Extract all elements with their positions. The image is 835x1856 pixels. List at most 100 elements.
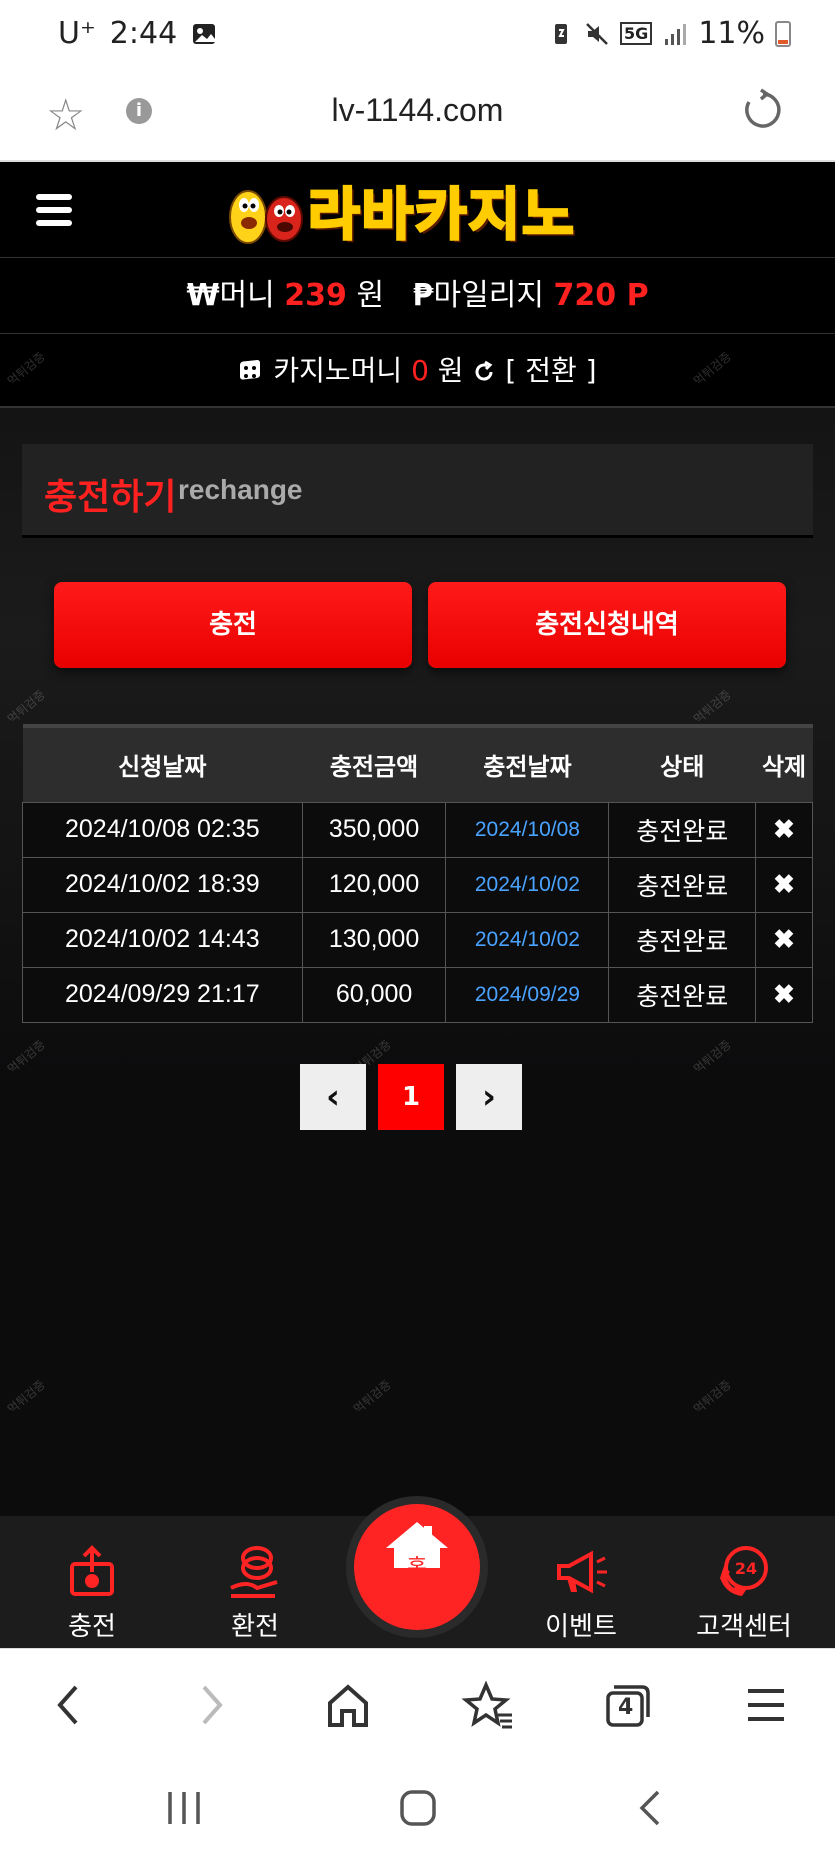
casino-money-value: 0: [411, 354, 429, 387]
url-text[interactable]: lv-1144.com: [0, 92, 835, 129]
dice-icon: [240, 359, 261, 380]
convert-button[interactable]: [ 전환 ]: [505, 354, 596, 387]
table-row: 2024/09/29 21:17 60,000 2024/09/29 충전완료 …: [22, 966, 813, 1023]
watermark: 먹튀검증: [4, 1037, 48, 1077]
charge-history-table: 신청날짜 충전금액 충전날짜 상태 삭제 2024/10/08 02:35 35…: [22, 724, 813, 1023]
prev-page-button[interactable]: ‹: [300, 1064, 366, 1130]
col-request-date: 신청날짜: [22, 724, 303, 802]
money-value: 239: [284, 278, 347, 313]
charge-date-cell: 2024/10/02: [445, 911, 610, 968]
status-left: U⁺ 2:44: [58, 16, 217, 51]
exchange-icon: [230, 1546, 278, 1598]
amount-cell: 350,000: [301, 801, 447, 858]
logo-text: 라바카지노: [307, 181, 576, 249]
carrier-label: U⁺: [58, 16, 96, 51]
mileage-symbol-icon: ₱: [412, 278, 434, 313]
col-delete: 삭제: [755, 724, 813, 802]
nav-charge-label: 충전: [68, 1612, 116, 1642]
support-badge: 24: [735, 1559, 757, 1578]
status-time: 2:44: [109, 16, 178, 51]
main-content: 먹튀검증 먹튀검증 먹튀검증 먹튀검증 먹튀검증 먹튀검증 먹튀검증 먹튀검증 …: [0, 349, 835, 1516]
col-amount: 충전금액: [302, 724, 446, 802]
mute-icon: [586, 22, 608, 45]
table-row: 2024/10/02 18:39 120,000 2024/10/02 충전완료…: [22, 856, 813, 913]
status-cell: 충전완료: [608, 801, 757, 858]
recents-icon[interactable]: [162, 1788, 206, 1828]
reload-icon[interactable]: [741, 88, 785, 132]
nav-event[interactable]: 이벤트: [511, 1544, 651, 1643]
table-header-row: 신청날짜 충전금액 충전날짜 상태 삭제: [22, 724, 813, 802]
home-page-icon[interactable]: [318, 1679, 378, 1731]
amount-cell: 120,000: [301, 856, 447, 913]
money-label: 머니: [219, 278, 275, 313]
col-status: 상태: [608, 724, 756, 802]
watermark: 먹튀검증: [690, 687, 734, 727]
status-right: 5G 11%: [548, 16, 791, 51]
status-cell: 충전완료: [608, 966, 757, 1023]
page-title-en: rechange: [178, 474, 303, 505]
nav-exchange[interactable]: 환전: [185, 1544, 325, 1643]
site-header: 라바카지노: [0, 162, 835, 258]
tab-count: 4: [618, 1695, 634, 1720]
page-1-button[interactable]: 1: [378, 1064, 444, 1130]
charge-date-cell: 2024/10/02: [445, 856, 610, 913]
charge-date-cell: 2024/10/08: [445, 801, 610, 858]
battery-percent: 11%: [698, 16, 765, 51]
watermark: 먹튀검증: [4, 687, 48, 727]
menu-icon[interactable]: [36, 194, 72, 226]
mileage-label: 마일리지: [433, 278, 544, 313]
home-button[interactable]: 홈: [354, 1504, 480, 1630]
site-logo[interactable]: 라바카지노: [226, 174, 576, 249]
charge-icon: [70, 1545, 114, 1596]
tabs-button[interactable]: 4: [596, 1679, 656, 1731]
home-label: 홈: [406, 1556, 428, 1581]
battery-icon: [775, 20, 791, 47]
signal-icon: [665, 23, 687, 45]
gallery-icon: [193, 23, 216, 44]
amount-cell: 130,000: [301, 911, 447, 968]
next-page-button[interactable]: ›: [456, 1064, 522, 1130]
amount-cell: 60,000: [301, 966, 447, 1023]
charge-date-cell: 2024/09/29: [445, 966, 610, 1023]
menu-lines-icon[interactable]: [736, 1679, 796, 1731]
money-unit: 원: [356, 278, 385, 313]
refresh-icon[interactable]: [472, 360, 496, 384]
larva-mascot-icon: [229, 190, 303, 244]
nav-support[interactable]: 24 고객센터: [674, 1544, 814, 1643]
col-charge-date: 충전날짜: [445, 724, 609, 802]
browser-address-bar: ☆ i lv-1144.com: [0, 72, 835, 162]
megaphone-icon: [557, 1550, 607, 1594]
delete-icon[interactable]: ✖: [755, 911, 813, 968]
request-date-cell: 2024/10/02 14:43: [22, 911, 303, 968]
request-date-cell: 2024/10/02 18:39: [22, 856, 303, 913]
bookmarks-icon[interactable]: [458, 1679, 518, 1731]
forward-icon[interactable]: [180, 1679, 240, 1731]
network-label: 5G: [620, 22, 653, 45]
watermark: 먹튀검증: [350, 1377, 394, 1417]
delete-icon[interactable]: ✖: [755, 856, 813, 913]
wallet-row: ₩머니 239 원 ₱마일리지 720 P: [0, 258, 835, 334]
nav-charge[interactable]: 충전: [22, 1544, 162, 1643]
status-bar: U⁺ 2:44 5G 11%: [0, 0, 835, 72]
page-title: 충전하기 rechange: [22, 444, 813, 538]
table-row: 2024/10/02 14:43 130,000 2024/10/02 충전완료…: [22, 911, 813, 968]
page-title-ko: 충전하기: [44, 477, 177, 518]
casino-money-label: 카지노머니: [273, 354, 403, 387]
request-date-cell: 2024/09/29 21:17: [22, 966, 303, 1023]
nav-event-label: 이벤트: [545, 1612, 617, 1642]
system-home-icon[interactable]: [396, 1786, 440, 1830]
nav-support-label: 고객센터: [696, 1612, 792, 1642]
watermark: 먹튀검증: [690, 1377, 734, 1417]
system-back-icon[interactable]: [630, 1786, 674, 1830]
delete-icon[interactable]: ✖: [755, 801, 813, 858]
back-icon[interactable]: [40, 1679, 100, 1731]
charge-history-button[interactable]: 충전신청내역: [428, 582, 786, 668]
watermark: 먹튀검증: [4, 1377, 48, 1417]
battery-saver-icon: [555, 23, 568, 44]
request-date-cell: 2024/10/08 02:35: [22, 801, 303, 858]
delete-icon[interactable]: ✖: [755, 966, 813, 1023]
status-cell: 충전완료: [608, 856, 757, 913]
watermark: 먹튀검증: [690, 1037, 734, 1077]
nav-exchange-label: 환전: [231, 1612, 279, 1642]
charge-button[interactable]: 충전: [54, 582, 412, 668]
